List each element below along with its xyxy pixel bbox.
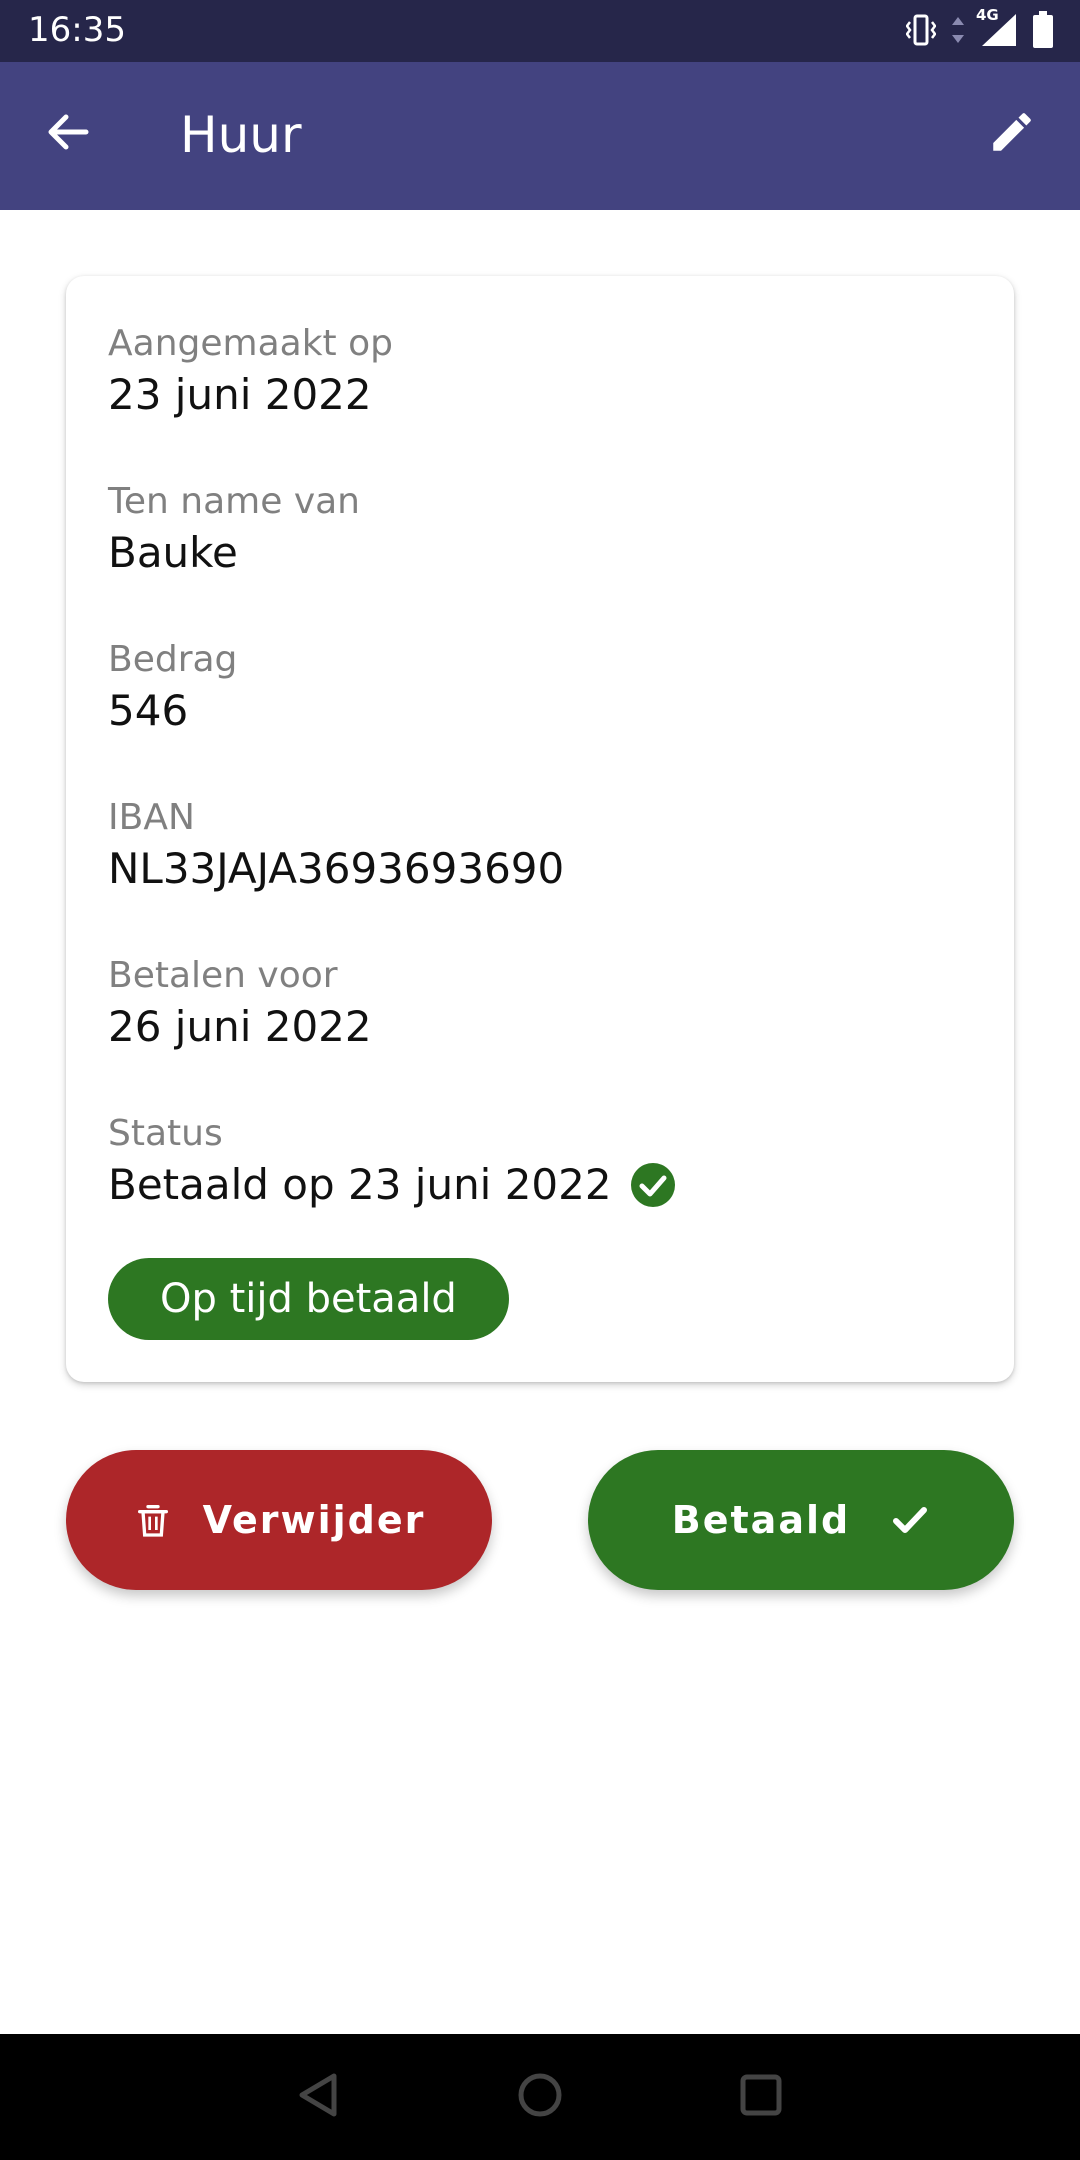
arrow-back-icon — [44, 108, 92, 160]
created-field: Aangemaakt op 23 juni 2022 — [108, 322, 393, 422]
due-label: Betalen voor — [108, 955, 338, 996]
check-circle-icon — [630, 1162, 676, 1208]
status-row: Betaald op 23 juni 2022 — [108, 1159, 676, 1212]
nav-back-icon — [294, 2070, 344, 2124]
status-time: 16:35 — [28, 10, 126, 50]
back-button[interactable] — [36, 102, 100, 166]
signal-icon: 4G — [976, 6, 1018, 52]
paid-label: Betaald — [671, 1498, 851, 1542]
status-label: Status — [108, 1113, 223, 1154]
paid-button[interactable]: Betaald — [588, 1450, 1014, 1590]
check-icon — [890, 1500, 930, 1540]
amount-label: Bedrag — [108, 639, 238, 680]
name-field: Ten name van Bauke — [108, 480, 360, 580]
iban-value: NL33JAJA3693693690 — [108, 844, 565, 894]
iban-label: IBAN — [108, 797, 195, 838]
status-value: Betaald op 23 juni 2022 — [108, 1160, 612, 1210]
delete-label: Verwijder — [202, 1498, 426, 1542]
due-field: Betalen voor 26 juni 2022 — [108, 954, 372, 1054]
due-value: 26 juni 2022 — [108, 1002, 372, 1052]
nav-recents-button[interactable] — [728, 2064, 794, 2130]
delete-button[interactable]: Verwijder — [66, 1450, 492, 1590]
status-field: Status Betaald op 23 juni 2022 — [108, 1112, 676, 1212]
nav-back-button[interactable] — [286, 2064, 352, 2130]
name-label: Ten name van — [108, 481, 360, 522]
nav-home-button[interactable] — [507, 2064, 573, 2130]
details-card: Aangemaakt op 23 juni 2022 Ten name van … — [66, 276, 1014, 1382]
system-nav-bar — [0, 2034, 1080, 2160]
name-value: Bauke — [108, 528, 238, 578]
app-bar: Huur — [0, 62, 1080, 210]
amount-value: 546 — [108, 686, 189, 736]
status-bar: 16:35 4G — [0, 0, 1080, 62]
amount-field: Bedrag 546 — [108, 638, 237, 738]
created-value: 23 juni 2022 — [108, 370, 372, 420]
vibrate-icon — [905, 12, 937, 52]
edit-button[interactable] — [980, 102, 1044, 166]
trash-icon — [133, 1500, 173, 1540]
battery-icon — [1032, 11, 1054, 53]
status-badge: Op tijd betaald — [108, 1258, 509, 1340]
iban-field: IBAN NL33JAJA3693693690 — [108, 796, 564, 896]
data-arrows-icon — [950, 15, 966, 49]
created-label: Aangemaakt op — [108, 323, 393, 364]
status-icons: 4G — [905, 6, 1054, 53]
network-label: 4G — [976, 6, 999, 24]
page-title: Huur — [180, 106, 302, 164]
pencil-icon — [987, 107, 1037, 161]
nav-recents-icon — [736, 2070, 786, 2124]
nav-home-icon — [515, 2070, 565, 2124]
